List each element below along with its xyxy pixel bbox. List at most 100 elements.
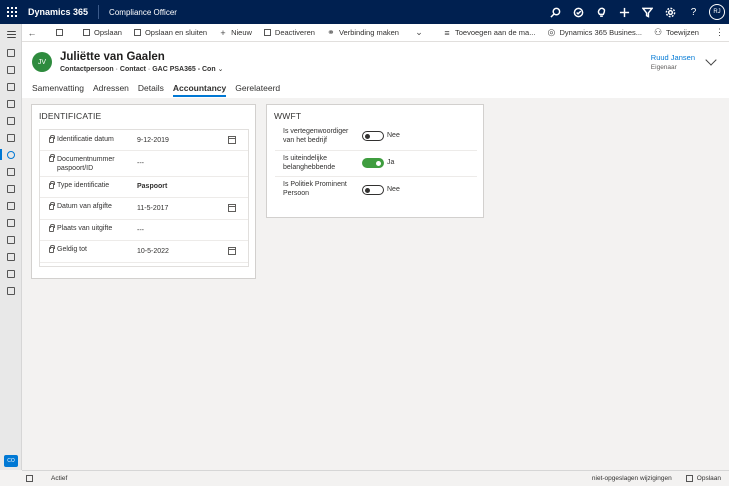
expand-header-icon[interactable] (705, 54, 717, 66)
new-button[interactable]: + Nieuw (213, 24, 258, 42)
back-button[interactable]: ← (22, 24, 46, 42)
identificatie-fields: Identificatie datum 9-12-2019 Documentnu… (39, 129, 249, 267)
connect-label: Verbinding maken (338, 28, 399, 37)
field-identificatie-datum: Identificatie datum 9-12-2019 (40, 130, 248, 151)
record-status: Actief (51, 475, 68, 482)
field-value[interactable]: 9-12-2019 (137, 137, 169, 144)
assign-button[interactable]: ⚇ Toewijzen (648, 24, 705, 42)
field-value[interactable]: --- (137, 227, 144, 234)
app-launcher-icon[interactable] (0, 0, 24, 24)
connect-icon: ⚭ (327, 27, 335, 37)
filter-icon[interactable] (636, 0, 659, 24)
tab-adressen[interactable]: Adressen (93, 80, 129, 96)
unsaved-changes-text: niet-opgeslagen wijzigingen (591, 475, 672, 482)
documents-icon[interactable] (0, 163, 22, 180)
pinned-icon[interactable] (0, 78, 22, 95)
recent-icon[interactable] (0, 61, 22, 78)
field-label: Is vertegenwoordiger van het bedrijf (283, 128, 349, 144)
record-avatar: JV (32, 52, 52, 72)
lock-icon (49, 181, 55, 189)
record-name: Juliëtte van Gaalen (60, 51, 165, 63)
field-value[interactable]: --- (137, 160, 144, 167)
lock-icon (49, 224, 55, 232)
reports-icon[interactable] (0, 197, 22, 214)
save-close-button[interactable]: Opslaan en sluiten (128, 24, 213, 42)
chart-icon[interactable] (0, 231, 22, 248)
business-label: Dynamics 365 Busines... (559, 28, 643, 37)
owner-field: Ruud Jansen Eigenaar (651, 53, 695, 71)
gear-icon[interactable] (659, 0, 682, 24)
area-switcher[interactable]: CO (4, 455, 18, 467)
location-icon[interactable] (0, 214, 22, 231)
deactivate-button[interactable]: Deactiveren (258, 24, 321, 42)
chevron-down-icon[interactable]: ⌄ (218, 66, 224, 73)
business-icon: ◎ (547, 27, 556, 37)
status-bar: Actief niet-opgeslagen wijzigingen Opsla… (22, 470, 729, 486)
save-close-icon (133, 29, 141, 36)
home-icon[interactable] (0, 44, 22, 61)
tab-accountancy[interactable]: Accountancy (172, 80, 227, 97)
hamburger-icon[interactable] (0, 24, 22, 44)
field-value[interactable]: 11-5-2017 (137, 205, 168, 212)
form-selector[interactable]: GAC PSA365 - Con (152, 66, 215, 73)
field-vertegenwoordiger: Is vertegenwoordiger van het bedrijf Nee (275, 125, 477, 151)
field-value[interactable]: Paspoort (137, 183, 167, 190)
accounts-icon[interactable] (0, 129, 22, 146)
toggle-switch[interactable] (362, 185, 384, 195)
search-icon[interactable] (544, 0, 567, 24)
calendar-icon[interactable] (228, 136, 236, 144)
field-label-text: Geldig tot (57, 246, 87, 253)
field-label: Type identificatie (49, 181, 110, 189)
connect-button[interactable]: ⚭ Verbinding maken (321, 24, 405, 42)
deactivate-label: Deactiveren (274, 28, 315, 37)
dashboard-icon[interactable] (0, 95, 22, 112)
calendar-icon[interactable] (228, 247, 236, 255)
command-bar: ← Opslaan Opslaan en sluiten + Nieuw Deac… (22, 24, 729, 42)
tab-details[interactable]: Details (138, 80, 164, 96)
tab-samenvatting[interactable]: Samenvatting (32, 80, 84, 96)
field-label-text: Datum van afgifte (57, 203, 112, 210)
new-label: Nieuw (231, 28, 252, 37)
field-label-text: Type identificatie (57, 182, 110, 189)
tab-gerelateerd[interactable]: Gerelateerd (235, 80, 280, 96)
field-value[interactable]: 10-5-2022 (137, 248, 169, 255)
owner-link[interactable]: Ruud Jansen (651, 53, 695, 62)
toggle-switch[interactable] (362, 131, 384, 141)
connect-dropdown[interactable]: ⌄ (409, 24, 433, 42)
status-save-button[interactable]: Opslaan (685, 475, 721, 482)
lightbulb-icon[interactable] (590, 0, 613, 24)
toggle-value: Nee (387, 186, 400, 193)
chevron-down-icon: ⌄ (415, 27, 423, 37)
field-uiteindelijke-belanghebbende: Is uiteindelijke belanghebbende Ja (275, 151, 477, 177)
sync-icon[interactable] (0, 282, 22, 299)
save-button[interactable]: Opslaan (77, 24, 128, 42)
field-label: Identificatie datum (49, 135, 114, 143)
open-in-window-icon[interactable] (26, 475, 33, 482)
form-view-button[interactable] (50, 24, 73, 42)
help-icon[interactable]: ? (682, 0, 705, 24)
list-icon[interactable] (0, 248, 22, 265)
record-subtitle: Contactpersoon · Contact · GAC PSA365 - … (60, 65, 223, 73)
business-button[interactable]: ◎ Dynamics 365 Busines... (541, 24, 648, 42)
field-label: Is Politiek Prominent Persoon (283, 181, 347, 197)
toggle-switch[interactable] (362, 158, 384, 168)
more-commands-icon[interactable]: ⋮ (709, 27, 729, 38)
app-name[interactable]: Compliance Officer (99, 8, 177, 17)
brand-name[interactable]: Dynamics 365 (24, 5, 100, 19)
list-add-icon: ≡ (444, 27, 450, 38)
toggle-value: Ja (387, 159, 395, 166)
contacts-icon[interactable] (0, 146, 22, 163)
form-content: IDENTIFICATIE Identificatie datum 9-12-2… (22, 98, 729, 470)
toggle-value: Nee (387, 132, 400, 139)
add-to-list-button[interactable]: ≡ Toevoegen aan de ma... (437, 24, 541, 42)
task-icon[interactable] (567, 0, 590, 24)
calendar-icon[interactable] (228, 204, 236, 212)
user-avatar[interactable]: RJ (709, 4, 725, 20)
field-label-text: Identificatie datum (57, 136, 114, 143)
relations-icon[interactable] (0, 265, 22, 282)
calendar-icon[interactable] (0, 112, 22, 129)
lock-icon (49, 135, 55, 143)
links-icon[interactable] (0, 180, 22, 197)
section-title: IDENTIFICATIE (39, 111, 102, 121)
plus-icon[interactable] (613, 0, 636, 24)
